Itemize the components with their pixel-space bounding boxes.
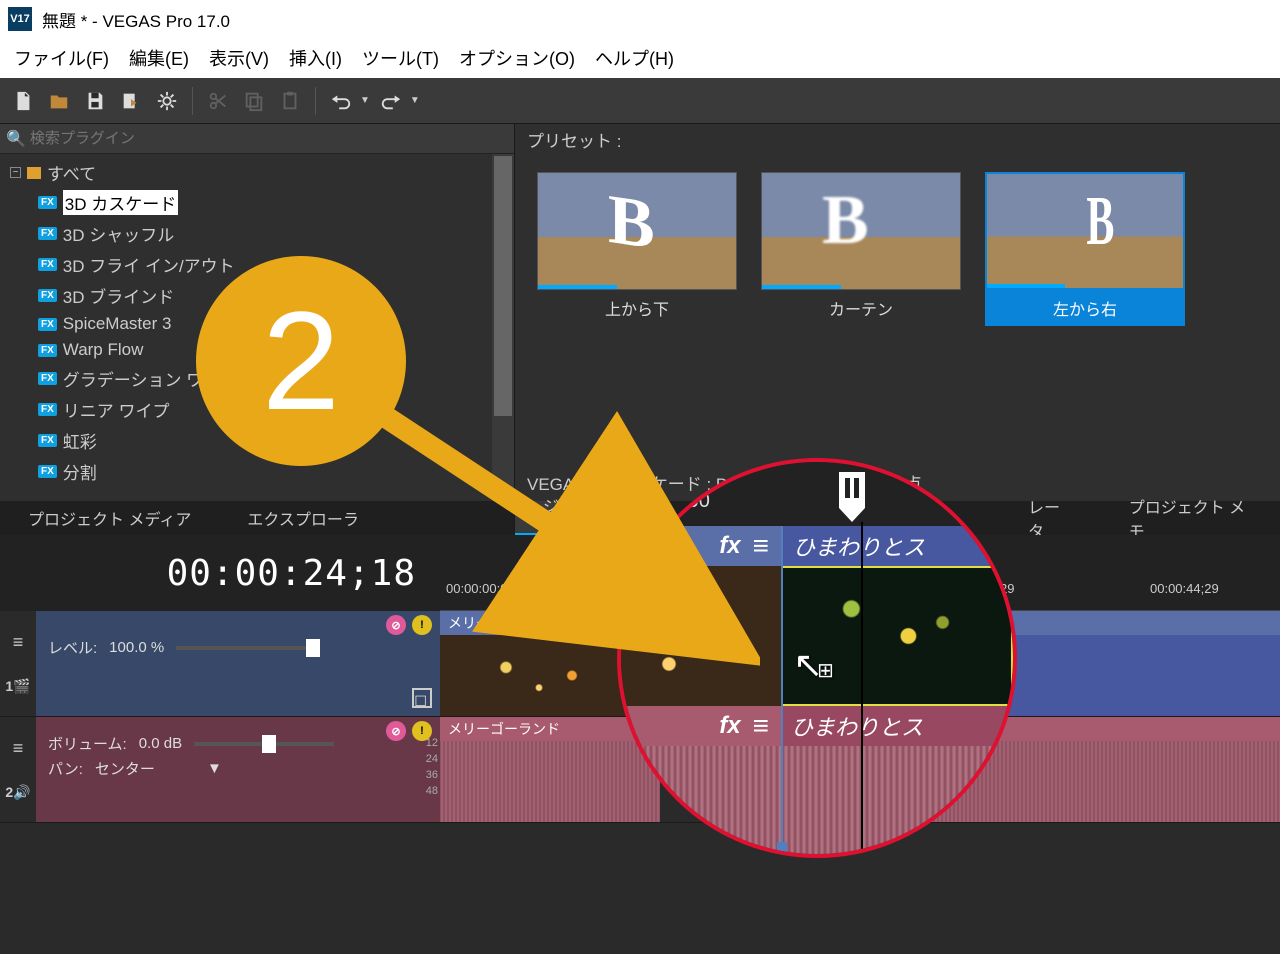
volume-value: 0.0 dB bbox=[139, 735, 182, 752]
search-bar: 🔍 bbox=[0, 124, 514, 154]
track-maximize-icon[interactable]: ◻ bbox=[412, 688, 432, 708]
tree-item-3d-shuffle[interactable]: FX3D シャッフル bbox=[0, 218, 492, 249]
fx-badge-icon: FX bbox=[38, 434, 57, 447]
volume-label: ボリューム: bbox=[48, 733, 127, 754]
search-input[interactable] bbox=[30, 130, 508, 147]
save-icon bbox=[84, 90, 106, 112]
step-number: 2 bbox=[262, 280, 340, 442]
callout-waveform bbox=[621, 746, 1013, 858]
track-menu-icon[interactable]: ≡ bbox=[13, 738, 24, 759]
properties-button[interactable] bbox=[152, 86, 182, 116]
window-title: 無題 * - VEGAS Pro 17.0 bbox=[42, 7, 230, 32]
preset-top-to-bottom[interactable]: B 上から下 bbox=[537, 172, 737, 326]
pan-dropdown-icon[interactable]: ▼ bbox=[207, 760, 222, 777]
preset-header: プリセット : bbox=[515, 124, 1280, 154]
fx-badge-icon: FX bbox=[38, 403, 57, 416]
search-icon: 🔍 bbox=[6, 129, 26, 149]
tab-project-media[interactable]: プロジェクト メディア bbox=[0, 501, 219, 535]
main-toolbar: ▼ ▼ bbox=[0, 78, 1280, 124]
track-menu-icon[interactable]: ≡ bbox=[13, 632, 24, 653]
menu-tools[interactable]: ツール(T) bbox=[354, 39, 447, 77]
track-number: 2🔊 bbox=[5, 784, 30, 801]
level-value: 100.0 % bbox=[109, 639, 164, 656]
render-icon bbox=[120, 90, 142, 112]
fx-icon: fx bbox=[719, 712, 740, 740]
clip-edge-line bbox=[781, 526, 783, 854]
save-button[interactable] bbox=[80, 86, 110, 116]
clip-handle-icon bbox=[777, 842, 787, 852]
folder-open-icon bbox=[48, 90, 70, 112]
menubar: ファイル(F) 編集(E) 表示(V) 挿入(I) ツール(T) オプション(O… bbox=[0, 38, 1280, 78]
annotation-arrow-icon bbox=[340, 380, 760, 670]
new-file-icon bbox=[12, 90, 34, 112]
redo-dropdown-icon[interactable]: ▼ bbox=[410, 95, 420, 106]
fx-badge-icon: FX bbox=[38, 227, 57, 240]
fx-badge-icon: FX bbox=[38, 344, 57, 357]
preset-curtain[interactable]: B カーテン bbox=[761, 172, 961, 326]
menu-help[interactable]: ヘルプ(H) bbox=[587, 39, 682, 77]
tree-item-3d-cascade[interactable]: FX3D カスケード bbox=[0, 187, 492, 218]
audio-track-header[interactable]: ≡ 2🔊 ⊘ ! ボリューム: 0.0 dB パン: センター ▼ bbox=[0, 717, 440, 823]
paste-button[interactable] bbox=[275, 86, 305, 116]
callout-audio-clip-label: ひまわりとス bbox=[781, 706, 1013, 746]
pan-value: センター bbox=[95, 758, 155, 779]
copy-icon bbox=[243, 90, 265, 112]
ruler-tick: 00:00:44;29 bbox=[1150, 581, 1219, 596]
playhead-line bbox=[861, 522, 863, 854]
paste-icon bbox=[279, 90, 301, 112]
fx-badge-icon: FX bbox=[38, 372, 57, 385]
fx-badge-icon: FX bbox=[38, 465, 57, 478]
menu-file[interactable]: ファイル(F) bbox=[6, 39, 117, 77]
titlebar: V17 無題 * - VEGAS Pro 17.0 bbox=[0, 0, 1280, 38]
undo-button[interactable] bbox=[326, 86, 356, 116]
tab-project-notes[interactable]: プロジェクト メモ bbox=[1101, 501, 1280, 535]
clip-menu-icon: ≡ bbox=[753, 710, 769, 742]
playhead-marker-icon bbox=[839, 472, 865, 508]
cut-button[interactable] bbox=[203, 86, 233, 116]
new-button[interactable] bbox=[8, 86, 38, 116]
mute-icon[interactable]: ⊘ bbox=[386, 721, 406, 741]
gear-icon bbox=[156, 90, 178, 112]
level-slider[interactable] bbox=[176, 646, 316, 650]
copy-button[interactable] bbox=[239, 86, 269, 116]
tab-media-generators[interactable]: レータ bbox=[1000, 501, 1101, 535]
fx-badge-icon: FX bbox=[38, 258, 57, 271]
app-icon: V17 bbox=[8, 7, 32, 31]
scissors-icon bbox=[207, 90, 229, 112]
tree-root-label: すべて bbox=[47, 160, 96, 185]
tree-root[interactable]: − すべて bbox=[0, 158, 492, 187]
fx-badge-icon: FX bbox=[38, 289, 57, 302]
callout-video-clip-label: ひまわりとス bbox=[781, 524, 1013, 568]
undo-dropdown-icon[interactable]: ▼ bbox=[360, 95, 370, 106]
annotation-step-badge: 2 bbox=[196, 256, 406, 466]
folder-icon bbox=[27, 167, 41, 179]
cursor-icon: ↖⊞ bbox=[793, 644, 834, 686]
fx-badge-icon: FX bbox=[38, 196, 57, 209]
fx-badge-icon: FX bbox=[38, 318, 57, 331]
redo-icon bbox=[380, 90, 402, 112]
menu-insert[interactable]: 挿入(I) bbox=[281, 39, 350, 77]
pan-label: パン: bbox=[48, 758, 83, 779]
level-label: レベル: bbox=[48, 637, 97, 658]
undo-icon bbox=[330, 90, 352, 112]
collapse-icon[interactable]: − bbox=[10, 167, 21, 178]
scrollbar-thumb[interactable] bbox=[494, 156, 512, 416]
track-number: 1🎬 bbox=[5, 678, 30, 695]
menu-options[interactable]: オプション(O) bbox=[451, 39, 583, 77]
volume-slider[interactable] bbox=[194, 742, 334, 746]
render-button[interactable] bbox=[116, 86, 146, 116]
menu-edit[interactable]: 編集(E) bbox=[121, 39, 197, 77]
db-scale: 12 24 36 48 bbox=[414, 735, 438, 799]
preset-left-to-right[interactable]: B 左から右 bbox=[985, 172, 1185, 326]
menu-view[interactable]: 表示(V) bbox=[201, 39, 277, 77]
open-button[interactable] bbox=[44, 86, 74, 116]
redo-button[interactable] bbox=[376, 86, 406, 116]
